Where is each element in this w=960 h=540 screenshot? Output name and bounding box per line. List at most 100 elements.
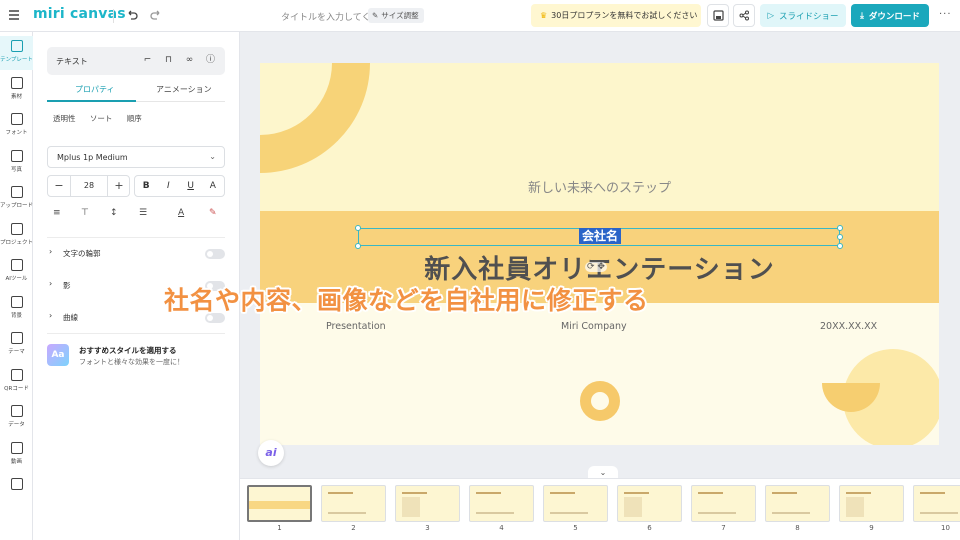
slide-thumbnail[interactable] bbox=[321, 485, 386, 522]
slide-thumbnail[interactable] bbox=[247, 485, 312, 522]
resize-handle[interactable] bbox=[837, 234, 843, 240]
slide-footer-right[interactable]: 20XX.XX.XX bbox=[820, 321, 877, 332]
tab-animation[interactable]: アニメーション bbox=[156, 84, 212, 95]
save-icon bbox=[712, 10, 724, 21]
slide-number: 2 bbox=[351, 524, 356, 532]
slideshow-button[interactable]: ▷ スライドショー bbox=[760, 4, 846, 27]
toggle-outline-label: 文字の輪郭 bbox=[63, 249, 101, 258]
slide-number: 10 bbox=[941, 524, 950, 532]
rail-item-photo[interactable]: 写真 bbox=[0, 146, 33, 180]
toggle-outline[interactable]: › 文字の輪郭 bbox=[47, 247, 225, 261]
rail-item-text[interactable]: フォント bbox=[0, 109, 33, 143]
bold-button[interactable]: B bbox=[135, 176, 157, 196]
italic-button[interactable]: I bbox=[157, 176, 179, 196]
active-tab-indicator bbox=[47, 100, 136, 102]
download-button[interactable]: ⤓ ダウンロード bbox=[851, 4, 929, 27]
ai-assistant-button[interactable]: ai bbox=[258, 440, 284, 466]
share-icon bbox=[739, 10, 749, 21]
subtab-order[interactable]: 順序 bbox=[127, 114, 142, 123]
slide-number: 7 bbox=[721, 524, 726, 532]
app-logo[interactable]: miri canvas bbox=[33, 6, 126, 22]
resize-handle[interactable] bbox=[837, 225, 843, 231]
rail-item-ai-tools[interactable]: AIツール bbox=[0, 255, 33, 289]
slide-subtitle[interactable]: 新しい未来へのステップ bbox=[260, 177, 939, 196]
highlight-icon[interactable]: ✎ bbox=[209, 208, 217, 218]
slide-number: 6 bbox=[647, 524, 652, 532]
slide-thumbnail[interactable] bbox=[395, 485, 460, 522]
resize-handle[interactable] bbox=[355, 225, 361, 231]
rail-item-label: プロジェクト bbox=[0, 239, 34, 246]
subtab-transparency[interactable]: 透明性 bbox=[53, 114, 76, 123]
more-options-button[interactable]: ··· bbox=[939, 9, 952, 20]
promo-label: 30日プロプランを無料でお試しください bbox=[551, 11, 698, 20]
slide-thumbnail[interactable] bbox=[913, 485, 960, 522]
rail-item-template[interactable]: テンプレート bbox=[0, 36, 33, 70]
rotate-move-controls[interactable]: ⟳ ✥ bbox=[585, 262, 607, 272]
arrange-subtabs: 透明性 ソート 順序 bbox=[53, 113, 154, 124]
rail-item-label: テンプレート bbox=[0, 57, 33, 63]
slide-number: 5 bbox=[573, 524, 578, 532]
share-button[interactable] bbox=[733, 4, 755, 27]
vertical-align-icon[interactable]: ⊤ bbox=[81, 208, 89, 218]
divider bbox=[113, 9, 114, 23]
hamburger-menu-icon[interactable] bbox=[8, 9, 20, 21]
slideshow-label: スライドショー bbox=[779, 11, 839, 22]
instruction-caption: 社名や内容、画像などを自社用に修正する bbox=[164, 286, 649, 315]
slide-number: 9 bbox=[869, 524, 874, 532]
slide-thumbnail[interactable] bbox=[543, 485, 608, 522]
style-preview-badge: Aa bbox=[47, 344, 69, 366]
slide-thumbnail[interactable] bbox=[691, 485, 756, 522]
rail-item-elements[interactable]: 素材 bbox=[0, 73, 33, 107]
rail-item-data[interactable]: データ bbox=[0, 401, 33, 435]
undo-icon[interactable] bbox=[125, 8, 139, 22]
rail-item-theme[interactable]: テーマ bbox=[0, 328, 33, 362]
pencil-icon: ✎ bbox=[372, 11, 379, 20]
rail-item-qr-code[interactable]: QRコード bbox=[0, 365, 33, 399]
slide-thumbnail[interactable] bbox=[617, 485, 682, 522]
tab-properties[interactable]: プロパティ bbox=[75, 84, 115, 95]
ai-tools-icon bbox=[10, 259, 23, 271]
toggle-curve-label: 曲線 bbox=[63, 313, 78, 322]
text-style-buttons: B I U A bbox=[134, 175, 225, 197]
link-icon[interactable]: ∞ bbox=[184, 55, 195, 66]
font-size-input[interactable]: 28 bbox=[70, 176, 108, 196]
chevron-right-icon: › bbox=[49, 247, 53, 256]
decrease-size-button[interactable]: − bbox=[48, 176, 70, 196]
pro-trial-banner[interactable]: ♛ 30日プロプランを無料でお試しください bbox=[531, 4, 701, 27]
resize-button[interactable]: ✎ サイズ調整 bbox=[368, 8, 424, 23]
list-icon[interactable]: ☰ bbox=[139, 208, 147, 218]
text-color-icon[interactable]: A bbox=[178, 208, 184, 218]
slide-thumbnail[interactable] bbox=[469, 485, 534, 522]
recommended-style[interactable]: Aa おすすめスタイルを適用する フォントと様々な効果を一度に！ bbox=[47, 343, 225, 369]
info-icon[interactable]: ⓘ bbox=[205, 55, 216, 66]
rail-item-project[interactable]: プロジェクト bbox=[0, 219, 33, 253]
align-left-icon[interactable]: ≡ bbox=[53, 208, 61, 218]
increase-size-button[interactable]: + bbox=[108, 176, 130, 196]
redo-icon[interactable] bbox=[149, 8, 163, 22]
panel-header: テキスト ⌐ ⊓ ∞ ⓘ bbox=[47, 47, 225, 75]
rail-item-upload[interactable]: アップロード bbox=[0, 182, 33, 216]
decorative-arc bbox=[260, 63, 370, 173]
lock-icon[interactable]: ⊓ bbox=[163, 55, 174, 66]
rail-item-video[interactable]: 動画 bbox=[0, 438, 33, 472]
font-family-value: Mplus 1p Medium bbox=[57, 153, 128, 162]
font-family-select[interactable]: Mplus 1p Medium ⌄ bbox=[47, 146, 225, 168]
slide-company-name[interactable]: 会社名 bbox=[579, 228, 621, 244]
recommend-title: おすすめスタイルを適用する bbox=[79, 346, 177, 355]
save-button[interactable] bbox=[707, 4, 729, 27]
video-icon bbox=[10, 441, 23, 454]
rail-item-background[interactable]: 背景 bbox=[0, 292, 33, 326]
slide-thumbnail[interactable] bbox=[839, 485, 904, 522]
slide-footer-center[interactable]: Miri Company bbox=[561, 321, 627, 332]
rail-item-music[interactable] bbox=[0, 474, 33, 508]
slide-canvas[interactable]: 新しい未来へのステップ 会社名 新入社員オリエンテーション ⟳ ✥ Presen… bbox=[260, 63, 939, 445]
outline-switch[interactable] bbox=[205, 249, 225, 259]
document-title-input[interactable]: タイトルを入力してく... bbox=[281, 10, 379, 23]
slide-footer-left[interactable]: Presentation bbox=[326, 321, 386, 332]
line-spacing-icon[interactable]: ↕ bbox=[110, 208, 118, 218]
subtab-sort[interactable]: ソート bbox=[90, 114, 113, 123]
paint-format-icon[interactable]: ⌐ bbox=[142, 55, 153, 66]
text-effect-button[interactable]: A bbox=[202, 176, 224, 196]
underline-button[interactable]: U bbox=[180, 176, 202, 196]
slide-thumbnail[interactable] bbox=[765, 485, 830, 522]
